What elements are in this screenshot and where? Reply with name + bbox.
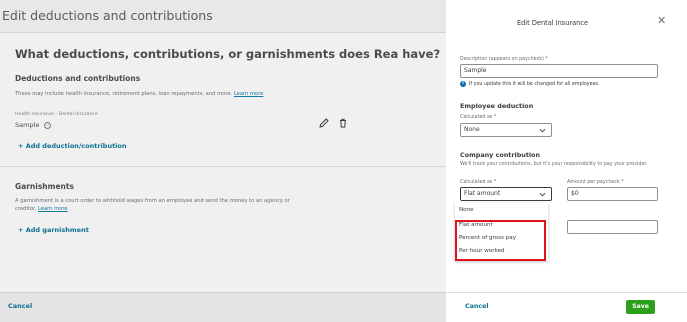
pencil-icon[interactable] xyxy=(318,117,330,129)
garnishments-section-title: Garnishments xyxy=(15,182,74,191)
garnishments-description-line1: A garnishment is a court order to withho… xyxy=(15,198,290,204)
secondary-input[interactable] xyxy=(567,220,658,234)
deductions-description: These may include health insurance, reti… xyxy=(15,91,263,99)
info-icon[interactable]: i xyxy=(44,121,52,129)
deductions-description-text: These may include health insurance, reti… xyxy=(15,91,233,97)
panel-footer: Cancel Save xyxy=(446,292,687,322)
section-divider xyxy=(0,166,446,167)
company-calc-value: Flat amount xyxy=(464,190,501,197)
background-page: Edit deductions and contributions What d… xyxy=(0,0,446,322)
description-input[interactable]: Sample xyxy=(460,64,658,78)
close-icon[interactable]: ✕ xyxy=(657,14,666,27)
trash-icon[interactable] xyxy=(337,117,349,129)
deduction-item-category: Health insurance - Dental Insurance xyxy=(15,112,98,117)
company-calc-select[interactable]: Flat amount xyxy=(460,187,552,201)
info-note: If you update this it will be changed fo… xyxy=(469,82,600,87)
add-deduction-button[interactable]: + Add deduction/contribution xyxy=(18,142,127,150)
deductions-learn-more-link[interactable]: Learn more xyxy=(234,91,264,97)
question-title: What deductions, contributions, or garni… xyxy=(15,47,441,61)
edit-dental-insurance-panel: Edit Dental Insurance ✕ Description (app… xyxy=(446,0,687,322)
deductions-section-title: Deductions and contributions xyxy=(15,74,141,83)
info-icon: i xyxy=(460,81,466,87)
employee-deduction-heading: Employee deduction xyxy=(460,102,534,110)
employee-calc-select[interactable]: None xyxy=(460,123,552,137)
deduction-item-name-text: Sample xyxy=(15,121,40,129)
deduction-item-name: Sample i xyxy=(15,121,52,129)
page-title: Edit deductions and contributions xyxy=(2,8,213,23)
background-header: Edit deductions and contributions xyxy=(0,0,446,33)
chevron-down-icon xyxy=(539,128,546,133)
garnishments-learn-more-link[interactable]: Learn more xyxy=(38,206,68,212)
description-label: Description (appears on paycheck) * xyxy=(460,57,548,62)
garnishments-description-line2-text: creditor. xyxy=(15,205,37,212)
amount-label: Amount per paycheck * xyxy=(567,180,624,185)
background-card xyxy=(0,33,446,292)
garnishments-description: A garnishment is a court order to withho… xyxy=(15,198,290,213)
employee-calc-value: None xyxy=(464,126,480,133)
highlight-box xyxy=(455,220,546,261)
chevron-down-icon xyxy=(539,192,546,197)
cancel-button[interactable]: Cancel xyxy=(465,303,489,310)
company-contribution-heading: Company contribution xyxy=(460,151,541,159)
employee-calc-label: Calculated as * xyxy=(460,115,497,120)
background-cancel-button[interactable]: Cancel xyxy=(8,302,32,310)
amount-input[interactable]: $0 xyxy=(567,187,658,201)
company-calc-label: Calculated as * xyxy=(460,180,497,185)
save-button[interactable]: Save xyxy=(626,300,655,314)
background-footer: Cancel xyxy=(0,292,446,322)
add-garnishment-button[interactable]: + Add garnishment xyxy=(18,226,89,234)
option-none[interactable]: None xyxy=(459,207,474,213)
panel-title: Edit Dental Insurance xyxy=(516,19,589,27)
company-contribution-note: We'll track your contributions, but it's… xyxy=(460,162,648,167)
garnishments-description-line2: creditor. Learn more xyxy=(15,206,290,214)
